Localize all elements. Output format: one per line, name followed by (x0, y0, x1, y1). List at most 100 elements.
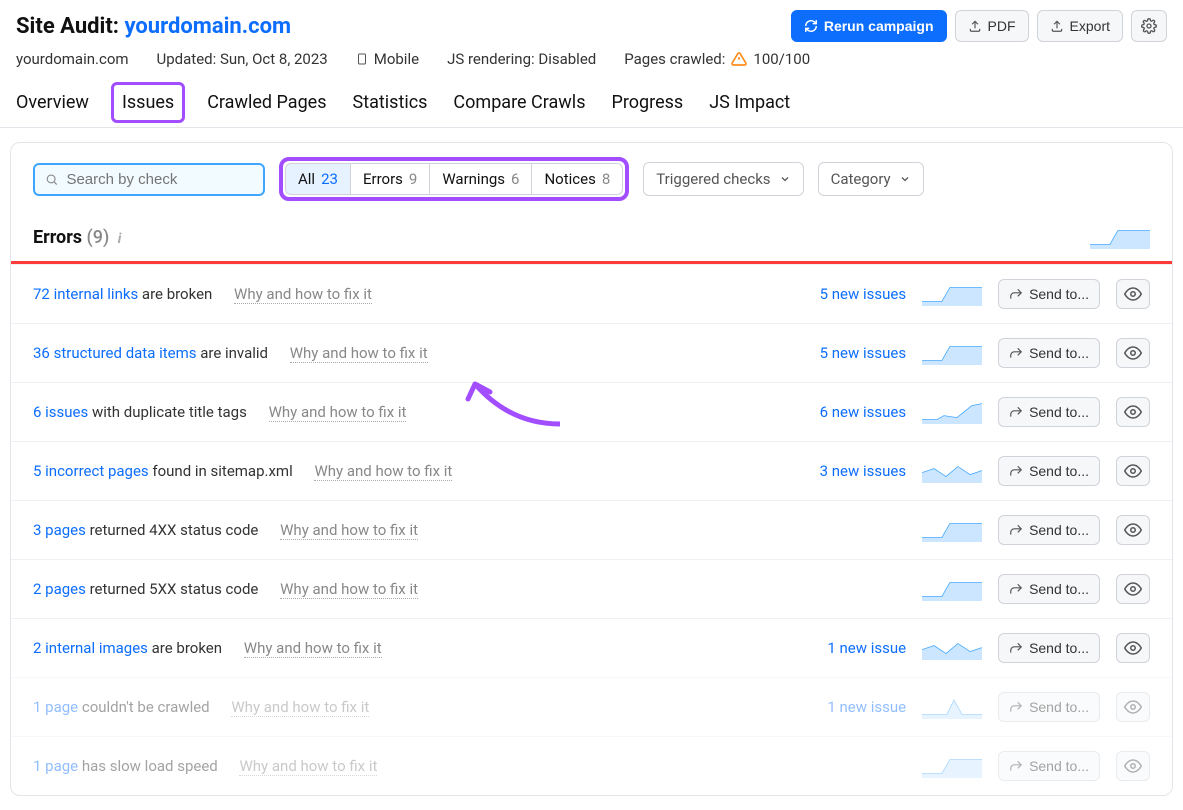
sparkline (922, 341, 982, 365)
tab-compare-crawls[interactable]: Compare Crawls (449, 82, 589, 127)
tab-statistics[interactable]: Statistics (349, 82, 432, 127)
warning-icon (731, 51, 747, 67)
issue-link[interactable]: 2 internal images (33, 639, 148, 657)
view-button[interactable] (1116, 456, 1150, 486)
filter-notices[interactable]: Notices 8 (531, 163, 623, 195)
eye-icon (1124, 403, 1142, 421)
filter-all[interactable]: All 23 (285, 163, 350, 195)
send-to-button[interactable]: Send to... (998, 574, 1100, 604)
pdf-label: PDF (988, 18, 1016, 34)
filter-errors[interactable]: Errors 9 (350, 163, 429, 195)
sparkline (922, 459, 982, 483)
forward-icon (1009, 700, 1023, 714)
upload-icon (1050, 19, 1064, 33)
new-issues[interactable]: 5 new issues (796, 285, 906, 303)
fix-link[interactable]: Why and how to fix it (244, 639, 382, 658)
forward-icon (1009, 464, 1023, 478)
sparkline (922, 518, 982, 542)
issue-row: 36 structured data items are invalid Why… (11, 323, 1172, 382)
send-to-button[interactable]: Send to... (998, 279, 1100, 309)
issue-link[interactable]: 1 page (33, 698, 78, 716)
title-domain[interactable]: yourdomain.com (124, 14, 291, 39)
view-button[interactable] (1116, 633, 1150, 663)
issue-link[interactable]: 72 internal links (33, 285, 138, 303)
send-to-button[interactable]: Send to... (998, 515, 1100, 545)
pdf-button[interactable]: PDF (955, 10, 1029, 42)
view-button[interactable] (1116, 279, 1150, 309)
search-input[interactable] (66, 171, 253, 188)
search-input-wrap[interactable] (33, 163, 265, 196)
tab-crawled-pages[interactable]: Crawled Pages (203, 82, 330, 127)
tab-issues[interactable]: Issues (111, 82, 185, 123)
fix-link[interactable]: Why and how to fix it (280, 580, 418, 599)
forward-icon (1009, 523, 1023, 537)
forward-icon (1009, 405, 1023, 419)
tab-js-impact[interactable]: JS Impact (705, 82, 794, 127)
refresh-icon (804, 19, 818, 33)
eye-icon (1124, 580, 1142, 598)
upload-icon (968, 19, 982, 33)
info-crawled: Pages crawled: 100/100 (624, 50, 810, 68)
issue-row: 3 pages returned 4XX status code Why and… (11, 500, 1172, 559)
rerun-button[interactable]: Rerun campaign (791, 10, 947, 42)
view-button[interactable] (1116, 751, 1150, 781)
send-to-button[interactable]: Send to... (998, 456, 1100, 486)
new-issues[interactable]: 5 new issues (796, 344, 906, 362)
fix-link[interactable]: Why and how to fix it (290, 344, 428, 363)
page-title: Site Audit: yourdomain.com (16, 14, 291, 39)
forward-icon (1009, 346, 1023, 360)
new-issues[interactable]: 6 new issues (796, 403, 906, 421)
fix-link[interactable]: Why and how to fix it (239, 757, 377, 776)
tab-overview[interactable]: Overview (12, 82, 93, 127)
send-to-button[interactable]: Send to... (998, 397, 1100, 427)
sparkline (922, 636, 982, 660)
issue-row: 5 incorrect pages found in sitemap.xml W… (11, 441, 1172, 500)
new-issues[interactable]: 1 new issue (796, 639, 906, 657)
issue-link[interactable]: 3 pages (33, 521, 86, 539)
issue-link[interactable]: 2 pages (33, 580, 86, 598)
info-updated: Updated: Sun, Oct 8, 2023 (157, 50, 328, 68)
send-to-button[interactable]: Send to... (998, 633, 1100, 663)
issue-description: 2 pages returned 5XX status code Why and… (33, 580, 780, 598)
view-button[interactable] (1116, 338, 1150, 368)
issue-row: 2 internal images are broken Why and how… (11, 618, 1172, 677)
issues-panel: All 23 Errors 9 Warnings 6 Notices 8 Tri… (10, 142, 1173, 796)
fix-link[interactable]: Why and how to fix it (231, 698, 369, 717)
new-issues[interactable]: 1 new issue (796, 698, 906, 716)
view-button[interactable] (1116, 397, 1150, 427)
fix-link[interactable]: Why and how to fix it (234, 285, 372, 304)
issue-link[interactable]: 6 issues (33, 403, 88, 421)
category-dropdown[interactable]: Category (818, 162, 924, 196)
fix-link[interactable]: Why and how to fix it (314, 462, 452, 481)
send-to-button[interactable]: Send to... (998, 338, 1100, 368)
info-icon[interactable]: i (118, 231, 122, 247)
issue-link[interactable]: 5 incorrect pages (33, 462, 149, 480)
issue-description: 2 internal images are broken Why and how… (33, 639, 780, 657)
view-button[interactable] (1116, 692, 1150, 722)
forward-icon (1009, 641, 1023, 655)
send-to-button[interactable]: Send to... (998, 751, 1100, 781)
issue-link[interactable]: 36 structured data items (33, 344, 197, 362)
chevron-down-icon (779, 173, 791, 185)
settings-button[interactable] (1131, 10, 1167, 42)
new-issues[interactable]: 3 new issues (796, 462, 906, 480)
send-to-button[interactable]: Send to... (998, 692, 1100, 722)
export-label: Export (1070, 18, 1110, 34)
sparkline (922, 754, 982, 778)
issue-description: 36 structured data items are invalid Why… (33, 344, 780, 362)
triggered-checks-dropdown[interactable]: Triggered checks (643, 162, 803, 196)
fix-link[interactable]: Why and how to fix it (280, 521, 418, 540)
section-head: Errors (9) i (11, 215, 1172, 261)
export-button[interactable]: Export (1037, 10, 1123, 42)
filter-warnings[interactable]: Warnings 6 (429, 163, 531, 195)
fix-link[interactable]: Why and how to fix it (269, 403, 407, 422)
issue-row: 1 page couldn't be crawled Why and how t… (11, 677, 1172, 736)
view-button[interactable] (1116, 515, 1150, 545)
view-button[interactable] (1116, 574, 1150, 604)
tab-progress[interactable]: Progress (607, 82, 687, 127)
forward-icon (1009, 582, 1023, 596)
issue-link[interactable]: 1 page (33, 757, 78, 775)
sparkline (922, 282, 982, 306)
mobile-icon (356, 51, 368, 67)
sparkline (922, 695, 982, 719)
